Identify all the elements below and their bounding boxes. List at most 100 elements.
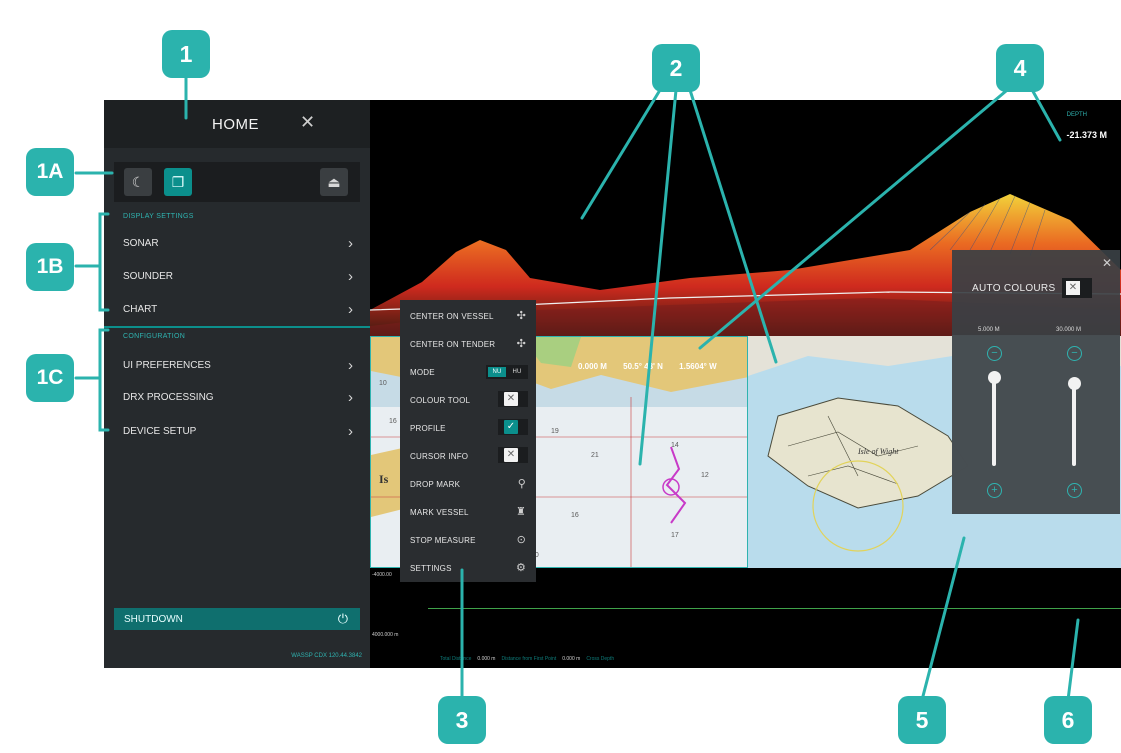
status-strip xyxy=(370,568,1121,668)
chevron-right-icon: › xyxy=(348,423,353,440)
menu-item-center-on-tender[interactable]: CENTER ON TENDER ✣ xyxy=(410,338,528,356)
quick-toolbar: ☾ ❐ ⏏ xyxy=(114,162,360,202)
scale-top: -4000.00 xyxy=(372,572,392,578)
menu-item-cursor-info: CURSOR INFO ✕ xyxy=(410,447,528,468)
menu-item-device-setup[interactable]: DEVICE SETUP › xyxy=(123,423,353,446)
crosshair-icon: ✣ xyxy=(516,338,526,350)
colour-settings-panel: ✕ AUTO COLOURS ✕ 5.000 M 30.000 M − − + … xyxy=(952,250,1120,514)
close-icon[interactable]: ✕ xyxy=(300,112,315,133)
vessel-mark-icon: ♜ xyxy=(515,506,526,518)
context-menu: CENTER ON VESSEL ✣ CENTER ON TENDER ✣ MODE… xyxy=(400,300,536,582)
mode-head-up[interactable]: HU xyxy=(508,367,526,377)
chevron-right-icon: › xyxy=(348,301,353,318)
plus-icon[interactable]: + xyxy=(987,483,1002,498)
menu-item-colour-tool: COLOUR TOOL ✕ xyxy=(410,391,528,412)
menu-header: HOME ✕ xyxy=(104,100,370,148)
callout-1b: 1B xyxy=(26,243,74,291)
pin-icon: ⚲ xyxy=(517,478,526,490)
range-min-label: 5.000 M xyxy=(978,327,1000,333)
profile-checkbox[interactable]: ✓ xyxy=(504,420,518,434)
unchecked-icon: ✕ xyxy=(1066,281,1080,295)
min-range-slider[interactable] xyxy=(992,378,996,466)
chevron-right-icon: › xyxy=(348,235,353,252)
trip-value: 0.000 m xyxy=(477,656,496,662)
callout-3: 3 xyxy=(438,696,486,744)
coord-depth: 0.000 M xyxy=(578,362,607,371)
coord-longitude: 1.5604° W xyxy=(679,362,717,371)
chevron-right-icon: › xyxy=(348,389,353,406)
callout-2: 2 xyxy=(652,44,700,92)
night-mode-icon[interactable]: ☾ xyxy=(124,168,152,196)
chevron-right-icon: › xyxy=(348,357,353,374)
svg-text:16: 16 xyxy=(571,512,579,519)
first-point-label: Distance from First Point xyxy=(501,656,557,662)
cursor-coordinates: 0.000 M 50.5° 43' N 1.5604° W xyxy=(578,362,731,371)
svg-text:21: 21 xyxy=(591,452,599,459)
menu-item-stop-measure[interactable]: STOP MEASURE ⊙ xyxy=(410,534,528,552)
vessel-icon[interactable]: ⏏ xyxy=(320,168,348,196)
trip-label: Total Distance xyxy=(440,656,472,662)
island-name: Isle of Wight xyxy=(857,447,899,456)
mode-north-up[interactable]: NU xyxy=(488,367,506,377)
plus-icon[interactable]: + xyxy=(1067,483,1082,498)
max-range-handle[interactable] xyxy=(1068,377,1081,390)
display-settings-header: DISPLAY SETTINGS xyxy=(123,213,194,220)
menu-item-drop-mark[interactable]: DROP MARK ⚲ xyxy=(410,478,528,496)
app-screen: DEPTH -21.373 M 101610 231921 141216 181… xyxy=(104,100,1121,668)
shutdown-label: SHUTDOWN xyxy=(124,614,183,625)
crosshair-icon: ✣ xyxy=(516,310,526,322)
first-point-value: 0.000 m xyxy=(562,656,581,662)
callout-1a: 1A xyxy=(26,148,74,196)
distance-status: Total Distance 0.000 m Distance from First… xyxy=(440,656,614,662)
chevron-right-icon: › xyxy=(348,268,353,285)
callout-5: 5 xyxy=(898,696,946,744)
minus-icon[interactable]: − xyxy=(1067,346,1082,361)
auto-colours-label: AUTO COLOURS xyxy=(972,283,1056,294)
callout-6: 6 xyxy=(1044,696,1092,744)
mode-toggle[interactable]: NU HU xyxy=(486,365,528,379)
power-icon: ⏻ xyxy=(337,611,348,626)
svg-text:12: 12 xyxy=(701,472,709,479)
callout-4: 4 xyxy=(996,44,1044,92)
menu-item-profile: PROFILE ✓ xyxy=(410,419,528,440)
measure-icon: ⊙ xyxy=(516,534,526,546)
minus-icon[interactable]: − xyxy=(987,346,1002,361)
auto-colours-toggle[interactable]: ✕ xyxy=(1062,278,1092,298)
track-line xyxy=(428,608,1121,609)
range-max-label: 30.000 M xyxy=(1056,327,1082,333)
close-icon[interactable]: ✕ xyxy=(1102,256,1112,270)
depth-label: DEPTH xyxy=(1066,112,1087,118)
home-menu: HOME ✕ ☾ ❐ ⏏ DISPLAY SETTINGS SONAR › SOU… xyxy=(104,100,370,668)
svg-text:19: 19 xyxy=(551,428,559,435)
depth-value: -21.373 M xyxy=(1066,130,1107,140)
window-mode-icon[interactable]: ❐ xyxy=(164,168,192,196)
scale-bottom: 4000.000 m xyxy=(372,632,399,638)
callout-1c: 1C xyxy=(26,354,74,402)
menu-item-mark-vessel[interactable]: MARK VESSEL ♜ xyxy=(410,506,528,524)
svg-text:17: 17 xyxy=(671,532,679,539)
gear-icon: ⚙ xyxy=(515,562,526,574)
callout-1: 1 xyxy=(162,30,210,78)
max-range-slider[interactable] xyxy=(1072,378,1076,466)
cursor-info-checkbox[interactable]: ✕ xyxy=(504,448,518,462)
svg-text:Is: Is xyxy=(379,472,389,486)
svg-text:10: 10 xyxy=(379,380,387,387)
menu-item-sounder[interactable]: SOUNDER › xyxy=(123,268,353,291)
menu-item-drx-processing[interactable]: DRX PROCESSING › xyxy=(123,389,353,412)
coord-latitude: 50.5° 43' N xyxy=(623,362,663,371)
menu-item-chart[interactable]: CHART › xyxy=(123,301,353,324)
menu-item-sonar[interactable]: SONAR › xyxy=(123,235,353,258)
section-divider xyxy=(104,326,370,328)
menu-item-center-on-vessel[interactable]: CENTER ON VESSEL ✣ xyxy=(410,310,528,328)
configuration-header: CONFIGURATION xyxy=(123,333,186,340)
cross-depth-label[interactable]: Cross Depth xyxy=(586,656,614,662)
svg-text:16: 16 xyxy=(389,418,397,425)
menu-item-settings[interactable]: SETTINGS ⚙ xyxy=(410,562,528,580)
menu-item-ui-preferences[interactable]: UI PREFERENCES › xyxy=(123,357,353,380)
menu-item-mode: MODE NU HU xyxy=(410,365,528,384)
version-label: WASSP CDX 120.44.3842 xyxy=(291,653,362,659)
menu-title: HOME xyxy=(212,116,259,133)
min-range-handle[interactable] xyxy=(988,371,1001,384)
colour-tool-checkbox[interactable]: ✕ xyxy=(504,392,518,406)
shutdown-button[interactable]: SHUTDOWN ⏻ xyxy=(114,608,360,630)
